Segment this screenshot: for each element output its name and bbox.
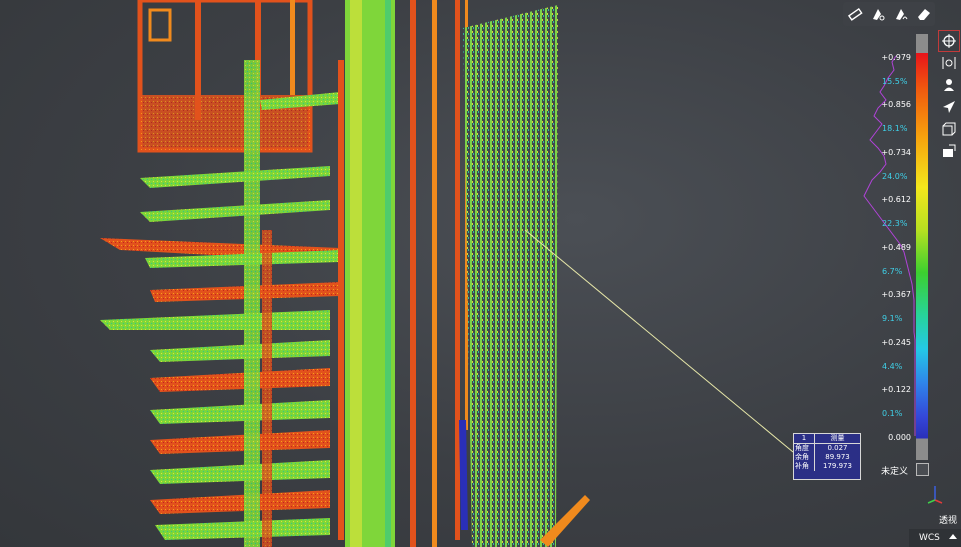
legend-tick: 0.000 (888, 433, 911, 442)
complement-angle-label: 余角 (794, 453, 815, 462)
pick-point-icon[interactable] (869, 5, 887, 23)
point-cloud-wall (459, 5, 558, 547)
complement-angle-value: 89.973 (825, 453, 850, 461)
measurement-toolbar (843, 2, 935, 26)
supplement-angle-value: 179.973 (823, 462, 852, 470)
legend-tick: +0.367 (881, 290, 911, 299)
measurement-leader-line (524, 229, 794, 453)
coordinate-system-dropdown[interactable]: WCS (909, 529, 961, 547)
view-toolbar (938, 30, 960, 162)
legend-percent: 24.0% (882, 172, 908, 181)
coordinate-system-label: WCS (919, 533, 940, 543)
legend-tick: +0.122 (881, 385, 911, 394)
legend-tick: +0.489 (881, 243, 911, 252)
angle-label: 角度 (794, 443, 815, 453)
legend-percent: 18.1% (882, 124, 908, 133)
measurement-header: 测量 (814, 434, 860, 444)
undefined-label: 未定义 (881, 467, 909, 477)
measurement-box[interactable]: 1 测量 角度 0.027 余角 89.973 补角 179.973 (793, 433, 861, 480)
box-view-icon[interactable] (939, 119, 959, 139)
building-upper-block (137, 0, 313, 153)
legend-percent: 4.4% (882, 362, 903, 371)
main-column (338, 0, 395, 547)
legend-percent: 22.3% (882, 219, 908, 228)
legend-tick: +0.734 (881, 148, 911, 157)
undefined-color-swatch[interactable] (916, 463, 929, 476)
navigate-icon[interactable] (939, 97, 959, 117)
legend-percent: 9.1% (882, 314, 903, 323)
ruler-icon[interactable] (846, 5, 864, 23)
color-legend-bar (916, 34, 928, 460)
eraser-icon[interactable] (915, 5, 933, 23)
chevron-up-icon (949, 534, 957, 539)
measurement-index: 1 (794, 434, 815, 444)
fit-view-icon[interactable] (939, 53, 959, 73)
legend-tick: +0.612 (881, 195, 911, 204)
legend-tick: +0.245 (881, 338, 911, 347)
screenshot-icon[interactable] (939, 141, 959, 161)
legend-tick: +0.856 (881, 100, 911, 109)
angle-value: 0.027 (827, 444, 848, 452)
legend-tick: +0.979 (881, 53, 911, 62)
orange-pillars (410, 0, 468, 547)
legend-percent: 6.7% (882, 267, 903, 276)
legend-percent: 15.5% (882, 77, 908, 86)
user-view-icon[interactable] (939, 75, 959, 95)
floor-slabs (100, 92, 340, 540)
rotate-center-icon[interactable] (938, 30, 960, 52)
pick-curve-icon[interactable] (892, 5, 910, 23)
supplement-angle-label: 补角 (794, 462, 815, 471)
projection-label[interactable]: 透视 (939, 513, 957, 526)
axis-indicator (927, 486, 943, 504)
legend-percent: 0.1% (882, 409, 903, 418)
